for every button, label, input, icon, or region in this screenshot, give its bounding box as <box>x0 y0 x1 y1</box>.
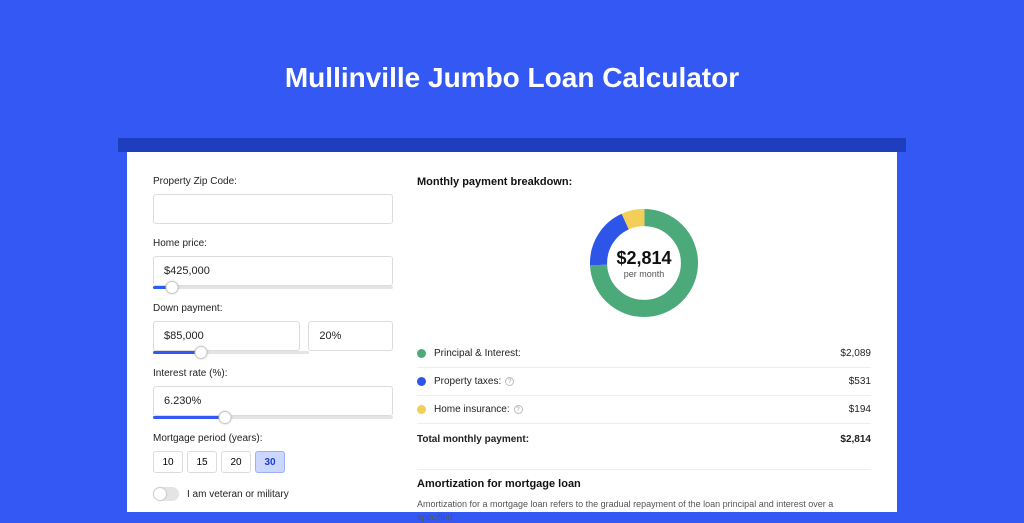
donut-amount: $2,814 <box>616 248 671 269</box>
info-icon[interactable]: ? <box>505 377 514 386</box>
amortization-heading: Amortization for mortgage loan <box>417 478 871 490</box>
legend-row-total: Total monthly payment: $2,814 <box>417 424 871 453</box>
breakdown-heading: Monthly payment breakdown: <box>417 176 871 188</box>
legend-label: Principal & Interest: <box>434 348 840 359</box>
legend-value: $194 <box>849 404 871 415</box>
legend-label: Property taxes: ? <box>434 376 849 387</box>
legend-row-insurance: Home insurance: ? $194 <box>417 396 871 424</box>
amortization-text: Amortization for a mortgage loan refers … <box>417 498 871 523</box>
home-price-label: Home price: <box>153 238 393 249</box>
dot-icon <box>417 377 426 386</box>
zip-input[interactable] <box>153 194 393 224</box>
home-price-slider[interactable] <box>153 286 393 289</box>
down-payment-label: Down payment: <box>153 303 393 314</box>
down-payment-field: Down payment: <box>153 303 393 354</box>
legend-value: $531 <box>849 376 871 387</box>
period-btn-15[interactable]: 15 <box>187 451 217 473</box>
down-payment-pct-input[interactable] <box>308 321 393 351</box>
slider-thumb[interactable] <box>219 411 232 424</box>
legend-label: Home insurance: ? <box>434 404 849 415</box>
panel-shadow <box>118 138 906 152</box>
donut-chart: $2,814 per month <box>417 198 871 328</box>
form-column: Property Zip Code: Home price: Down paym… <box>153 176 393 512</box>
total-label: Total monthly payment: <box>417 434 840 445</box>
interest-slider[interactable] <box>153 416 393 419</box>
interest-field: Interest rate (%): <box>153 368 393 419</box>
down-payment-slider[interactable] <box>153 351 309 354</box>
home-price-input[interactable] <box>153 256 393 286</box>
interest-input[interactable] <box>153 386 393 416</box>
divider <box>417 469 871 470</box>
breakdown-column: Monthly payment breakdown: $2,814 per mo… <box>417 176 871 512</box>
donut-sub: per month <box>616 269 671 279</box>
veteran-toggle[interactable] <box>153 487 179 501</box>
period-btn-30[interactable]: 30 <box>255 451 285 473</box>
zip-field: Property Zip Code: <box>153 176 393 224</box>
dot-icon <box>417 405 426 414</box>
period-btn-20[interactable]: 20 <box>221 451 251 473</box>
legend-value: $2,089 <box>840 348 871 359</box>
period-field: Mortgage period (years): 10 15 20 30 <box>153 433 393 473</box>
calculator-panel: Property Zip Code: Home price: Down paym… <box>127 152 897 512</box>
info-icon[interactable]: ? <box>514 405 523 414</box>
veteran-row: I am veteran or military <box>153 487 393 501</box>
slider-thumb[interactable] <box>195 346 208 359</box>
period-group: 10 15 20 30 <box>153 451 393 473</box>
period-btn-10[interactable]: 10 <box>153 451 183 473</box>
zip-label: Property Zip Code: <box>153 176 393 187</box>
total-value: $2,814 <box>840 434 871 445</box>
page-title: Mullinville Jumbo Loan Calculator <box>285 62 739 94</box>
period-label: Mortgage period (years): <box>153 433 393 444</box>
down-payment-input[interactable] <box>153 321 300 351</box>
legend-row-taxes: Property taxes: ? $531 <box>417 368 871 396</box>
dot-icon <box>417 349 426 358</box>
interest-label: Interest rate (%): <box>153 368 393 379</box>
donut-center: $2,814 per month <box>616 248 671 279</box>
slider-thumb[interactable] <box>166 281 179 294</box>
veteran-label: I am veteran or military <box>187 489 289 500</box>
legend-row-principal: Principal & Interest: $2,089 <box>417 340 871 368</box>
home-price-field: Home price: <box>153 238 393 289</box>
